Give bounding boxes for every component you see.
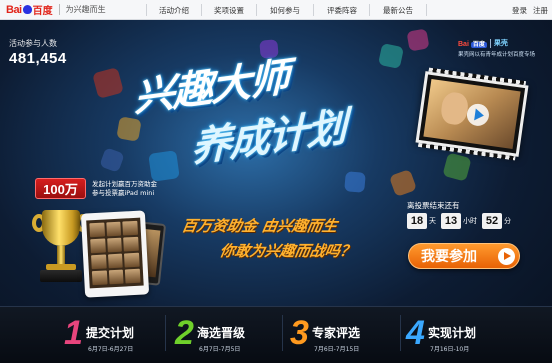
app-icon xyxy=(442,152,472,182)
main-nav: 活动介绍 奖项设置 如何参与 评委阵容 最新公告 登录 注册 xyxy=(0,0,552,20)
countdown-days: 18 xyxy=(407,213,427,229)
nav-item-judges[interactable]: 评委阵容 xyxy=(327,5,357,16)
join-button-label: 我要参加 xyxy=(421,249,477,265)
trophy-cup xyxy=(42,210,80,246)
hero-slogan-line2: 你敢为兴趣而战吗？ xyxy=(218,242,357,260)
trophy-stem xyxy=(57,246,65,264)
step-title: 实现计划 xyxy=(428,326,477,340)
app-icon xyxy=(377,42,405,70)
app-icon xyxy=(92,67,124,99)
partner-caption: 果壳网以有青年成计划百度专场 xyxy=(458,52,536,58)
app-icon xyxy=(259,39,279,59)
prize-description: 发起计划赢百万资助金 参与投票赢iPad mini xyxy=(92,180,157,198)
countdown-label: 离投票结束还有 xyxy=(407,201,460,210)
join-button[interactable]: 我要参加 xyxy=(408,243,520,269)
participant-label: 活动参与人数 xyxy=(9,39,57,48)
ipad-screen xyxy=(86,217,144,289)
partner-guokr-logo: 果壳 xyxy=(493,39,508,47)
step-title: 专家评选 xyxy=(312,326,361,340)
partner-du-badge: 百度 xyxy=(470,41,487,48)
step-number: 4 xyxy=(406,314,425,352)
login-link[interactable]: 登录 xyxy=(512,5,527,16)
partner-logos: Bai 百度 果壳 果壳网以有青年成计划百度专场 xyxy=(458,38,548,58)
prize-desc-line2: 参与投票赢iPad mini xyxy=(92,189,155,197)
step-title: 海选晋级 xyxy=(197,326,246,340)
step-dates: 6月7日-7月5日 xyxy=(199,346,241,353)
step-divider xyxy=(165,315,166,351)
video-screen xyxy=(423,79,521,149)
countdown-minutes-unit: 分 xyxy=(504,217,511,225)
app-icon xyxy=(406,28,430,52)
video-thumbnail[interactable] xyxy=(415,67,529,161)
prize-badge: 100万 xyxy=(35,178,86,199)
step-number: 1 xyxy=(64,314,83,352)
app-icon xyxy=(344,171,366,193)
person-image xyxy=(439,90,470,127)
partner-baidu-text: Bai xyxy=(458,40,469,48)
nav-divider xyxy=(201,4,202,16)
nav-divider xyxy=(426,4,427,16)
hero-slogan-line1: 百万资助金 由兴趣而生 xyxy=(180,217,339,235)
nav-item-intro[interactable]: 活动介绍 xyxy=(159,5,189,16)
nav-divider xyxy=(313,4,314,16)
countdown-hours: 13 xyxy=(441,213,461,229)
page: Bai 百度 为兴趣而生 活动介绍 奖项设置 如何参与 评委阵容 最新公告 登录… xyxy=(0,0,552,363)
step-number: 3 xyxy=(290,314,309,352)
app-icon xyxy=(99,147,125,173)
step-dates: 7月16日-10月 xyxy=(430,346,470,353)
register-link[interactable]: 注册 xyxy=(533,5,548,16)
play-icon[interactable] xyxy=(465,102,491,128)
step-divider xyxy=(400,315,401,351)
ipad-image xyxy=(80,210,150,298)
top-bar: Bai 百度 为兴趣而生 活动介绍 奖项设置 如何参与 评委阵容 最新公告 登录… xyxy=(0,0,552,20)
countdown-minutes: 52 xyxy=(482,213,502,229)
countdown-days-unit: 天 xyxy=(429,217,436,225)
participant-counter: 活动参与人数 481,454 xyxy=(9,38,67,67)
nav-divider xyxy=(369,4,370,16)
prize-desc-line1: 发起计划赢百万资助金 xyxy=(92,180,157,188)
nav-item-announcements[interactable]: 最新公告 xyxy=(383,5,413,16)
nav-divider xyxy=(256,4,257,16)
countdown-hours-unit: 小时 xyxy=(463,217,477,225)
step-divider xyxy=(282,315,283,351)
hero-title-line2: 养成计划 xyxy=(191,104,345,172)
participant-count: 481,454 xyxy=(9,50,67,67)
step-number: 2 xyxy=(175,314,194,352)
partner-baidu-logo: Bai 百度 xyxy=(458,39,487,48)
countdown-timer: 18 天 13 小时 52 分 xyxy=(407,213,514,229)
app-icon xyxy=(148,150,180,182)
app-icon xyxy=(388,168,418,198)
step-dates: 7月6日-7月15日 xyxy=(314,346,360,353)
trophy-plinth xyxy=(40,270,82,282)
step-title: 提交计划 xyxy=(86,326,135,340)
arrow-right-icon xyxy=(498,248,515,265)
app-icon xyxy=(116,116,142,142)
partner-divider xyxy=(489,38,491,48)
nav-divider xyxy=(146,4,147,16)
nav-item-awards[interactable]: 奖项设置 xyxy=(214,5,244,16)
step-dates: 6月7日-6月27日 xyxy=(88,346,134,353)
nav-item-how-to-join[interactable]: 如何参与 xyxy=(270,5,300,16)
